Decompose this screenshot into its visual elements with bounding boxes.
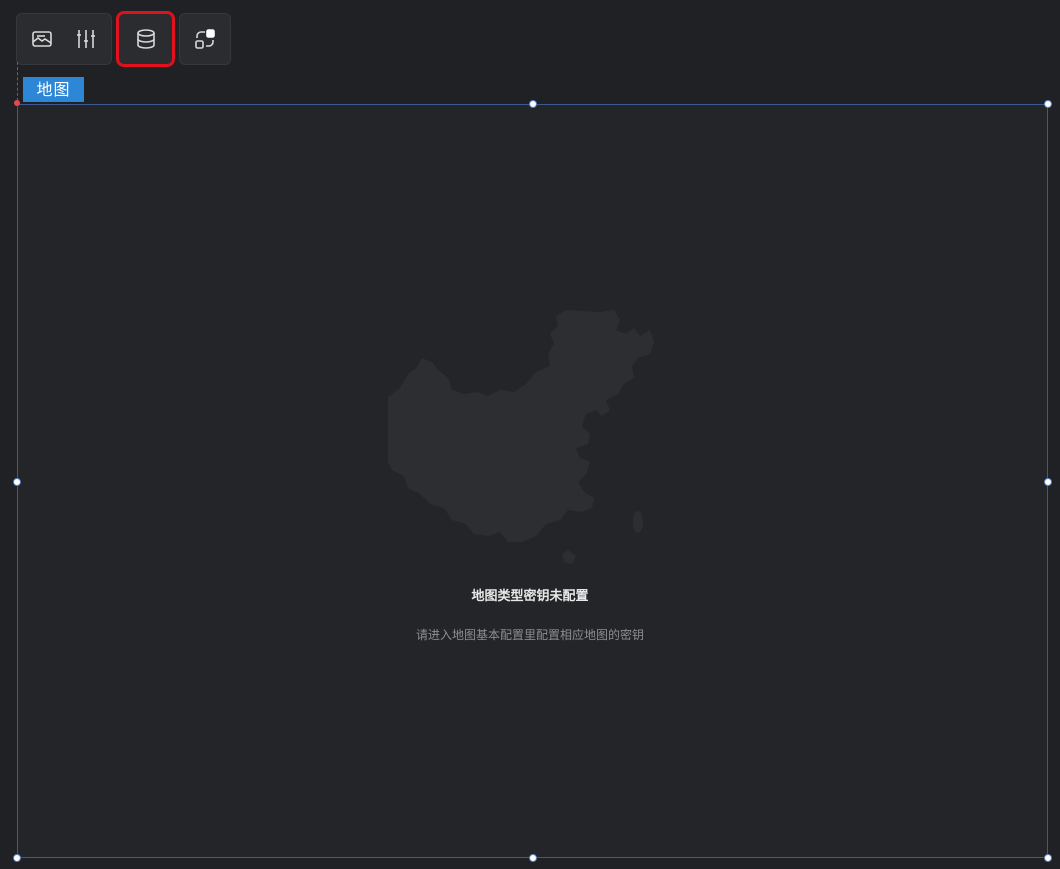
component-name-tag[interactable]: 地图	[23, 77, 84, 102]
toolbar-group-style	[16, 13, 112, 65]
empty-state-description: 请进入地图基本配置里配置相应地图的密钥	[415, 628, 644, 642]
resize-handle-top-right[interactable]	[1044, 100, 1052, 108]
resize-handle-bottom-left[interactable]	[13, 854, 21, 862]
resize-handle-right[interactable]	[1044, 478, 1052, 486]
sliders-icon	[77, 30, 95, 48]
resize-handle-top[interactable]	[529, 100, 537, 108]
empty-state-title: 地图类型密钥未配置	[471, 589, 589, 604]
editor-canvas: 地图 地图类型密钥未配置 请进入地图基本配置里配置相应地图的密钥	[0, 0, 1060, 869]
resize-handle-left[interactable]	[13, 478, 21, 486]
component-toolbar	[16, 11, 231, 67]
data-config-button[interactable]	[131, 24, 161, 54]
resize-handle-bottom[interactable]	[529, 854, 537, 862]
china-map-icon	[388, 310, 654, 564]
toolbar-group-interaction	[179, 13, 231, 65]
style-config-button[interactable]	[71, 24, 101, 54]
toolbar-group-data	[116, 11, 175, 67]
origin-point	[14, 100, 20, 106]
image-icon	[32, 31, 52, 47]
interaction-icon	[195, 29, 215, 49]
image-settings-button[interactable]	[27, 24, 57, 54]
database-icon	[136, 29, 155, 49]
interaction-config-button[interactable]	[190, 24, 220, 54]
resize-handle-bottom-right[interactable]	[1044, 854, 1052, 862]
